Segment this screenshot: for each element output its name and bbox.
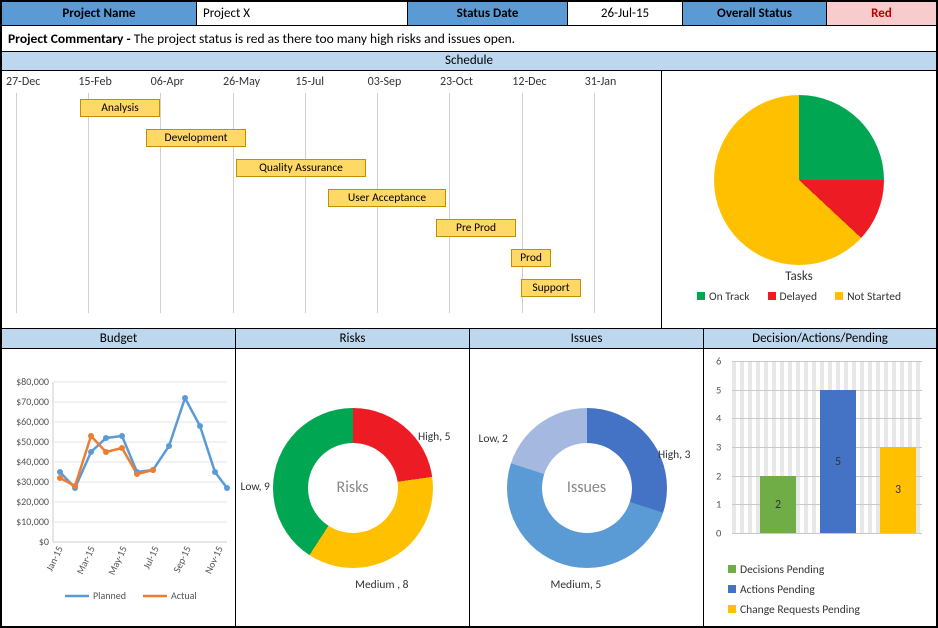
svg-text:Jan-15: Jan-15 xyxy=(42,543,65,572)
dap-bar-actions: 5 xyxy=(820,390,856,533)
budget-line-chart: $0 $10,000 $20,000 $30,000 $40,000 $50,0… xyxy=(5,368,233,608)
gantt-date: 27-Dec xyxy=(6,75,78,89)
legend-on-track: On Track xyxy=(697,290,750,304)
budget-chart-cell: $0 $10,000 $20,000 $30,000 $40,000 $50,0… xyxy=(2,349,236,626)
dap-legend-changes: Change Requests Pending xyxy=(728,603,860,617)
issues-donut-chart: Issues xyxy=(507,408,667,568)
gantt-bar-development: Development xyxy=(146,129,246,147)
gantt-area: Analysis Development Quality Assurance U… xyxy=(6,93,657,313)
dap-bar-chart: 6 5 4 3 2 1 0 2 5 3 xyxy=(710,355,930,555)
schedule-title: Schedule xyxy=(2,52,936,71)
svg-text:May-15: May-15 xyxy=(104,543,129,576)
dap-title: Decision/Actions/Pending xyxy=(704,329,936,348)
svg-text:$10,000: $10,000 xyxy=(16,515,49,528)
commentary-label: Project Commentary - xyxy=(8,30,134,47)
gantt-date: 15-Jul xyxy=(295,75,367,89)
dap-bar-decisions: 2 xyxy=(760,476,796,533)
svg-text:Mar-15: Mar-15 xyxy=(73,543,97,575)
risks-high-label: High, 5 xyxy=(418,430,451,444)
overall-status-value: Red xyxy=(827,2,936,25)
gantt-bar-uat: User Acceptance xyxy=(328,189,446,207)
tasks-pie-label: Tasks xyxy=(785,269,813,284)
gantt-bar-analysis: Analysis xyxy=(80,99,160,117)
tasks-pie-chart xyxy=(714,95,884,265)
gantt-date: 31-Jan xyxy=(585,75,657,89)
svg-text:Nov-15: Nov-15 xyxy=(201,543,225,575)
project-name-value: Project X xyxy=(197,2,408,25)
tasks-pie-panel: Tasks On Track Delayed Not Started xyxy=(662,71,936,328)
commentary-text: The project status is red as there too m… xyxy=(134,30,515,47)
issues-low-label: Low, 2 xyxy=(479,432,508,446)
risks-low-label: Low, 9 xyxy=(241,480,270,494)
commentary-row: Project Commentary - The project status … xyxy=(2,26,936,52)
gantt-bar-qa: Quality Assurance xyxy=(236,159,366,177)
legend-delayed: Delayed xyxy=(768,290,818,304)
risks-donut-center: Risks xyxy=(308,443,398,533)
svg-text:Actual: Actual xyxy=(171,589,197,602)
svg-text:Jul-15: Jul-15 xyxy=(139,543,161,570)
gantt-bar-preprod: Pre Prod xyxy=(436,219,516,237)
gantt-date: 15-Feb xyxy=(78,75,150,89)
risks-medium-label: Medium , 8 xyxy=(355,578,408,592)
status-date-label: Status Date xyxy=(408,2,568,25)
gantt-bar-prod: Prod xyxy=(511,249,551,267)
schedule-row: 27-Dec 15-Feb 06-Apr 26-May 15-Jul 03-Se… xyxy=(2,71,936,329)
dap-legend: Decisions Pending Actions Pending Change… xyxy=(704,563,860,617)
svg-text:$0: $0 xyxy=(38,535,48,548)
gantt-date: 23-Oct xyxy=(440,75,512,89)
risks-donut-chart: Risks xyxy=(273,408,433,568)
svg-text:$60,000: $60,000 xyxy=(16,415,49,428)
dap-legend-decisions: Decisions Pending xyxy=(728,563,860,577)
svg-text:$80,000: $80,000 xyxy=(16,375,49,388)
budget-title: Budget xyxy=(2,329,236,348)
overall-status-label: Overall Status xyxy=(683,2,827,25)
tasks-legend: On Track Delayed Not Started xyxy=(697,290,901,304)
gantt-date: 26-May xyxy=(223,75,295,89)
risks-chart-cell: Risks High, 5 Medium , 8 Low, 9 xyxy=(236,349,470,626)
gantt-chart: 27-Dec 15-Feb 06-Apr 26-May 15-Jul 03-Se… xyxy=(2,71,662,328)
gantt-date: 03-Sep xyxy=(368,75,440,89)
svg-text:Planned: Planned xyxy=(93,589,126,602)
legend-not-started: Not Started xyxy=(835,290,901,304)
gantt-bar-support: Support xyxy=(521,279,581,297)
dap-bar-change-requests: 3 xyxy=(880,447,916,533)
gantt-date-axis: 27-Dec 15-Feb 06-Apr 26-May 15-Jul 03-Se… xyxy=(6,75,657,89)
risks-title: Risks xyxy=(236,329,470,348)
project-name-label: Project Name xyxy=(2,2,197,25)
gantt-date: 12-Dec xyxy=(512,75,584,89)
issues-high-label: High, 3 xyxy=(658,448,691,462)
project-dashboard: Project Name Project X Status Date 26-Ju… xyxy=(0,0,938,628)
svg-text:$70,000: $70,000 xyxy=(16,395,49,408)
svg-text:Sep-15: Sep-15 xyxy=(170,543,194,574)
svg-text:$20,000: $20,000 xyxy=(16,495,49,508)
svg-text:$40,000: $40,000 xyxy=(16,455,49,468)
svg-text:$30,000: $30,000 xyxy=(16,475,49,488)
dap-legend-actions: Actions Pending xyxy=(728,583,860,597)
issues-medium-label: Medium, 5 xyxy=(551,578,602,592)
header-row: Project Name Project X Status Date 26-Ju… xyxy=(2,2,936,26)
status-date-value: 26-Jul-15 xyxy=(568,2,683,25)
gantt-date: 06-Apr xyxy=(151,75,223,89)
dap-chart-cell: 6 5 4 3 2 1 0 2 5 3 Decisions Pending Ac… xyxy=(704,349,936,626)
charts-row: $0 $10,000 $20,000 $30,000 $40,000 $50,0… xyxy=(2,349,936,626)
bottom-titles-row: Budget Risks Issues Decision/Actions/Pen… xyxy=(2,329,936,349)
issues-title: Issues xyxy=(470,329,704,348)
issues-chart-cell: Issues High, 3 Medium, 5 Low, 2 xyxy=(470,349,704,626)
svg-text:$50,000: $50,000 xyxy=(16,435,49,448)
issues-donut-center: Issues xyxy=(542,443,632,533)
